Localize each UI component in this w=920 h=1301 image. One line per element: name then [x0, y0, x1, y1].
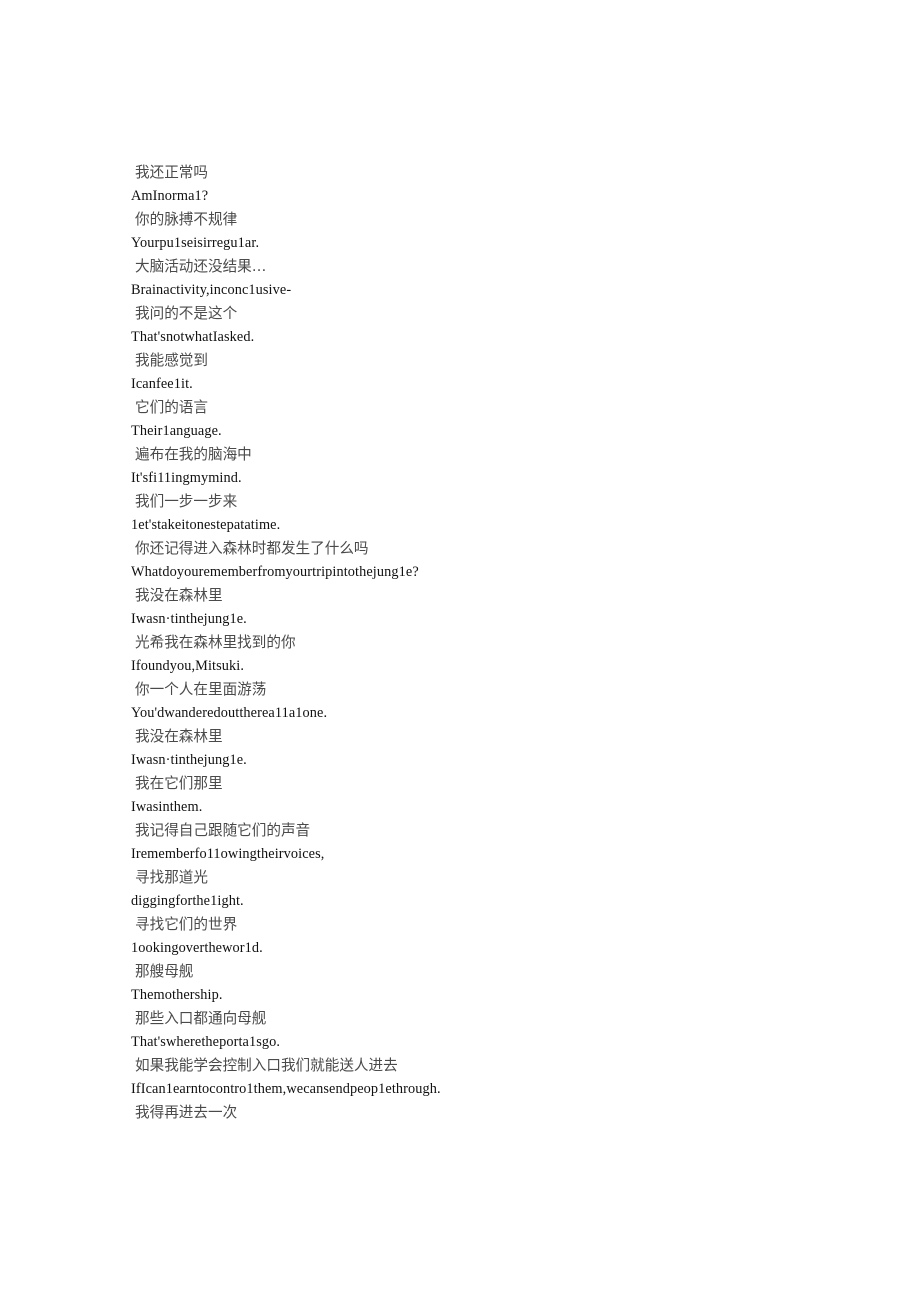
subtitle-line-source-zh: 我在它们那里: [135, 775, 223, 792]
subtitle-line-source-zh: 你一个人在里面游荡: [135, 681, 267, 698]
subtitle-line-source-zh: 我们一步一步来: [135, 493, 238, 510]
subtitle-line-translation-en: Irememberfo11owingtheirvoices,: [131, 845, 325, 862]
subtitle-line-translation-en: Iwasn·tinthejung1e.: [131, 751, 247, 768]
subtitle-line-translation-en: That'snotwhatIasked.: [131, 328, 255, 345]
subtitle-line-translation-en: It'sfi11ingmymind.: [131, 469, 242, 486]
subtitle-line-source-zh: 我问的不是这个: [135, 305, 238, 322]
subtitle-line-translation-en: Icanfee1it.: [131, 375, 193, 392]
subtitle-line-source-zh: 寻找那道光: [135, 869, 208, 886]
subtitle-line-translation-en: IfIcan1earntocontro1them,wecansendpeop1e…: [131, 1080, 441, 1097]
subtitle-line-source-zh: 我记得自己跟随它们的声音: [135, 822, 311, 839]
subtitle-line-translation-en: That'swheretheporta1sgo.: [131, 1033, 281, 1050]
subtitle-line-source-zh: 我没在森林里: [135, 587, 223, 604]
subtitle-line-translation-en: Their1anguage.: [131, 422, 222, 439]
subtitle-line-source-zh: 我还正常吗: [135, 164, 208, 181]
subtitle-line-translation-en: Whatdoyourememberfromyourtripintothejung…: [131, 563, 419, 580]
subtitle-line-source-zh: 我没在森林里: [135, 728, 223, 745]
subtitle-line-translation-en: 1et'stakeitonestepatatime.: [131, 516, 281, 533]
subtitle-line-translation-en: Iwasinthem.: [131, 798, 203, 815]
subtitle-line-source-zh: 如果我能学会控制入口我们就能送人进去: [135, 1057, 398, 1074]
subtitle-line-translation-en: diggingforthe1ight.: [131, 892, 244, 909]
subtitle-line-translation-en: Themothership.: [131, 986, 223, 1003]
subtitle-line-source-zh: 那些入口都通向母舰: [135, 1010, 267, 1027]
subtitle-line-source-zh: 光希我在森林里找到的你: [135, 634, 296, 651]
subtitle-line-source-zh: 它们的语言: [135, 399, 208, 416]
subtitle-transcript-body: 我还正常吗 AmInorma1? 你的脉搏不规律 Yourpu1seisirregu1…: [131, 161, 831, 1125]
document-page: 我还正常吗 AmInorma1? 你的脉搏不规律 Yourpu1seisirregu1…: [0, 0, 920, 1301]
subtitle-line-translation-en: 1ookingoverthewor1d.: [131, 939, 263, 956]
subtitle-line-translation-en: Iwasn·tinthejung1e.: [131, 610, 247, 627]
subtitle-line-translation-en: AmInorma1?: [131, 187, 209, 204]
subtitle-line-source-zh: 遍布在我的脑海中: [135, 446, 252, 463]
subtitle-line-translation-en: Yourpu1seisirregu1ar.: [131, 234, 260, 251]
subtitle-line-source-zh: 寻找它们的世界: [135, 916, 238, 933]
subtitle-line-translation-en: Ifoundyou,Mitsuki.: [131, 657, 244, 674]
subtitle-line-translation-en: You'dwanderedouttherea11a1one.: [131, 704, 328, 721]
subtitle-line-source-zh: 你还记得进入森林时都发生了什么吗: [135, 540, 369, 557]
subtitle-line-source-zh: 我得再进去一次: [135, 1104, 238, 1121]
subtitle-line-source-zh: 我能感觉到: [135, 352, 208, 369]
subtitle-line-translation-en: Brainactivity,inconc1usive-: [131, 281, 292, 298]
subtitle-line-source-zh: 大脑活动还没结果…: [135, 258, 267, 275]
subtitle-line-source-zh: 那艘母舰: [135, 963, 194, 980]
subtitle-line-source-zh: 你的脉搏不规律: [135, 211, 238, 228]
